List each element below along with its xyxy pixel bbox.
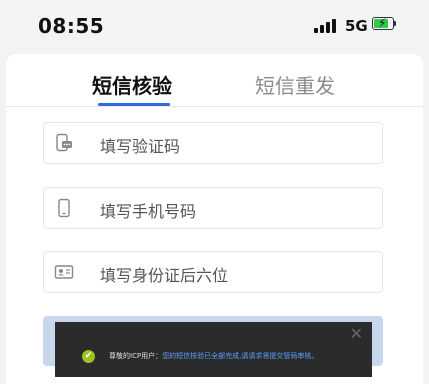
id-card-icon [54,262,74,282]
success-toast: ✕ ✔ 尊敬的ICP用户：您的短信核验已全部完成,请请求将提交管局审核。 [55,322,372,377]
tab-bar: 短信核验 短信重发 [6,54,423,107]
battery-icon: ⚡ [372,16,398,32]
network-type: 5G [345,17,368,35]
success-check-icon: ✔ [82,350,95,363]
toast-message: 尊敬的ICP用户：您的短信核验已全部完成,请请求将提交管局审核。 [109,351,318,361]
status-bar: 08:55 5G ⚡ [0,0,429,52]
sms-phone-icon [54,133,74,153]
charging-bolt-icon: ⚡ [378,16,387,30]
phone-number-field[interactable]: 填写手机号码 [43,187,383,229]
signal-icon [314,19,338,33]
active-tab-indicator [98,103,170,106]
mobile-phone-icon [54,198,74,218]
status-time: 08:55 [38,14,105,38]
verification-code-placeholder: 填写验证码 [100,137,181,156]
id-last-six-field[interactable]: 填写身份证后六位 [43,251,383,293]
close-icon[interactable]: ✕ [350,324,363,343]
toast-body: 您的短信核验已全部完成,请请求将提交管局审核。 [162,352,319,360]
toast-lead: 尊敬的ICP用户： [109,352,163,360]
verification-code-field[interactable]: 填写验证码 [43,122,383,164]
id-last-six-placeholder: 填写身份证后六位 [100,266,229,285]
tab-sms-verify[interactable]: 短信核验 [92,70,172,99]
tab-sms-resend[interactable]: 短信重发 [255,70,335,99]
phone-number-placeholder: 填写手机号码 [100,202,197,221]
